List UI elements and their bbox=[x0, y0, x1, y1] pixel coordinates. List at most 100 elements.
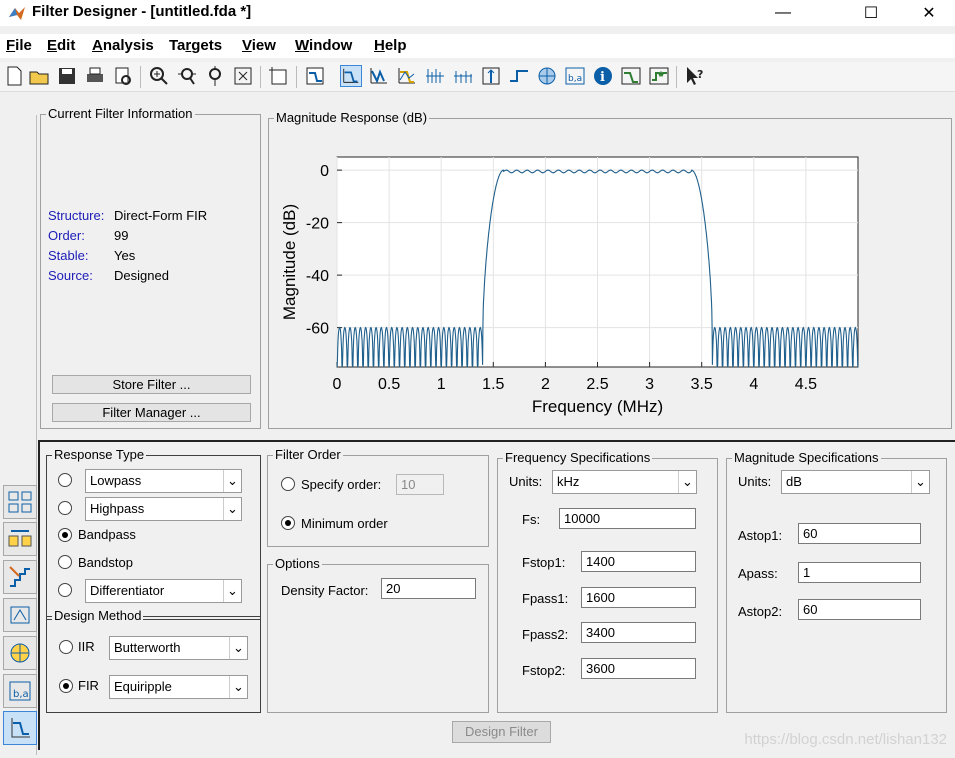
x-axis-label: Frequency (MHz) bbox=[532, 397, 663, 416]
import-filter-icon[interactable]: b,a bbox=[3, 674, 37, 708]
highpass-radio[interactable] bbox=[58, 501, 72, 515]
maximize-button[interactable]: ☐ bbox=[848, 0, 894, 26]
fir-method-select[interactable]: Equiripple ⌄ bbox=[109, 675, 248, 699]
chevron-down-icon: ⌄ bbox=[223, 470, 241, 492]
x-tick-label: 0.5 bbox=[378, 376, 400, 393]
realize-model-icon[interactable] bbox=[3, 598, 37, 632]
full-view-icon[interactable] bbox=[232, 65, 254, 87]
toolbar bbox=[0, 62, 955, 92]
options-title: Options bbox=[273, 556, 322, 571]
differentiator-select[interactable]: Differentiator ⌄ bbox=[85, 579, 242, 603]
filter-coefficients-icon[interactable]: b,a bbox=[564, 65, 586, 87]
frequency-specs-title: Frequency Specifications bbox=[503, 450, 653, 465]
print-icon[interactable] bbox=[84, 65, 106, 87]
transform-filter-icon[interactable] bbox=[3, 485, 37, 519]
fstop2-input[interactable]: 3600 bbox=[581, 658, 696, 679]
save-icon[interactable] bbox=[56, 65, 78, 87]
svg-text:?: ? bbox=[697, 68, 703, 81]
menu-file[interactable]: File bbox=[6, 37, 32, 54]
group-delay-icon[interactable] bbox=[424, 65, 446, 87]
new-file-icon[interactable] bbox=[3, 65, 25, 87]
bandpass-label: Bandpass bbox=[78, 527, 136, 542]
differentiator-radio[interactable] bbox=[58, 583, 72, 597]
lowpass-radio[interactable] bbox=[58, 473, 72, 487]
pole-zero-icon[interactable] bbox=[536, 65, 558, 87]
specify-order-radio[interactable] bbox=[281, 477, 295, 491]
minimize-button[interactable]: — bbox=[760, 0, 806, 26]
chevron-down-icon: ⌄ bbox=[229, 637, 247, 659]
zoom-x-icon[interactable] bbox=[176, 65, 198, 87]
pole-zero-editor-icon[interactable] bbox=[3, 636, 37, 670]
print-preview-icon[interactable] bbox=[112, 65, 134, 87]
step-response-icon[interactable] bbox=[508, 65, 530, 87]
magnitude-specs-title: Magnitude Specifications bbox=[732, 450, 881, 465]
fpass1-input[interactable]: 1600 bbox=[581, 587, 696, 608]
fpass2-input[interactable]: 3400 bbox=[581, 622, 696, 643]
freq-units-select[interactable]: kHz ⌄ bbox=[552, 470, 697, 494]
close-button[interactable]: ✕ bbox=[906, 0, 952, 26]
quantization-icon[interactable] bbox=[3, 560, 37, 594]
store-filter-button[interactable]: Store Filter ... bbox=[52, 375, 251, 394]
filter-manager-button[interactable]: Filter Manager ... bbox=[52, 403, 251, 422]
x-tick-label: 0 bbox=[333, 376, 342, 393]
phase-response-icon[interactable] bbox=[368, 65, 390, 87]
stable-label: Stable: bbox=[48, 248, 89, 263]
filter-specs-icon[interactable] bbox=[304, 65, 326, 87]
design-filter-button[interactable]: Design Filter bbox=[452, 721, 551, 743]
x-tick-label: 2 bbox=[541, 376, 550, 393]
zoom-y-icon[interactable] bbox=[204, 65, 226, 87]
magnitude-response-chart[interactable]: 0 0.5 1 1.5 2 2.5 3 3.5 4 4.5 0 -20 -40 -60 Frequency … bbox=[270, 130, 950, 427]
open-folder-icon[interactable] bbox=[28, 65, 50, 87]
magnitude-specs-panel: Magnitude Specifications bbox=[726, 450, 947, 713]
fstop1-label: Fstop1: bbox=[522, 555, 566, 570]
zoom-in-icon[interactable] bbox=[148, 65, 170, 87]
magnitude-estimate-icon[interactable] bbox=[620, 65, 642, 87]
filter-order-panel: Filter Order bbox=[267, 447, 489, 547]
apass-input[interactable]: 1 bbox=[798, 562, 921, 583]
fs-input[interactable]: 10000 bbox=[559, 508, 696, 529]
bandpass-radio[interactable] bbox=[58, 528, 72, 542]
minimum-order-radio[interactable] bbox=[281, 516, 295, 530]
menu-view[interactable]: View bbox=[242, 37, 276, 54]
x-tick-label: 1.5 bbox=[482, 376, 504, 393]
menu-edit[interactable]: Edit bbox=[47, 37, 75, 54]
lowpass-select[interactable]: Lowpass ⌄ bbox=[85, 469, 242, 493]
new-figure-icon[interactable] bbox=[268, 65, 290, 87]
design-filter-mode-icon[interactable] bbox=[3, 711, 37, 745]
fpass2-label: Fpass2: bbox=[522, 627, 569, 642]
whats-this-icon[interactable]: ? bbox=[684, 65, 706, 87]
structure-label: Structure: bbox=[48, 208, 105, 223]
menu-window[interactable]: Window bbox=[295, 37, 352, 54]
phase-delay-icon[interactable] bbox=[452, 65, 474, 87]
bandstop-radio[interactable] bbox=[58, 555, 72, 569]
iir-radio[interactable] bbox=[59, 640, 73, 654]
density-factor-input[interactable]: 20 bbox=[381, 578, 476, 599]
mag-units-select[interactable]: dB ⌄ bbox=[781, 470, 930, 494]
chevron-down-icon: ⌄ bbox=[223, 580, 241, 602]
iir-method-select[interactable]: Butterworth ⌄ bbox=[109, 636, 248, 660]
apass-label: Apass: bbox=[738, 566, 778, 581]
minimum-order-label: Minimum order bbox=[301, 516, 388, 531]
fir-radio[interactable] bbox=[59, 679, 73, 693]
menu-targets[interactable]: Targets bbox=[169, 37, 222, 54]
y-tick-label: 0 bbox=[320, 163, 329, 180]
highpass-select[interactable]: Highpass ⌄ bbox=[85, 497, 242, 521]
y-tick-label: -60 bbox=[306, 321, 329, 338]
source-value: Designed bbox=[114, 268, 169, 283]
menu-help[interactable]: Help bbox=[374, 37, 407, 54]
specify-order-input[interactable]: 10 bbox=[396, 474, 444, 495]
svg-text:i: i bbox=[600, 70, 605, 85]
svg-text:b,a: b,a bbox=[568, 74, 582, 84]
impulse-response-icon[interactable] bbox=[480, 65, 502, 87]
design-method-title: Design Method bbox=[52, 608, 144, 623]
order-label: Order: bbox=[48, 228, 85, 243]
magnitude-response-icon[interactable] bbox=[340, 65, 362, 87]
astop2-input[interactable]: 60 bbox=[798, 599, 921, 620]
magnitude-phase-icon[interactable] bbox=[396, 65, 418, 87]
fstop1-input[interactable]: 1400 bbox=[581, 551, 696, 572]
create-multirate-filter-icon[interactable] bbox=[3, 522, 37, 556]
menu-analysis[interactable]: Analysis bbox=[92, 37, 154, 54]
astop1-input[interactable]: 60 bbox=[798, 523, 921, 544]
round-off-noise-icon[interactable] bbox=[648, 65, 670, 87]
filter-info-icon[interactable]: i bbox=[592, 65, 614, 87]
